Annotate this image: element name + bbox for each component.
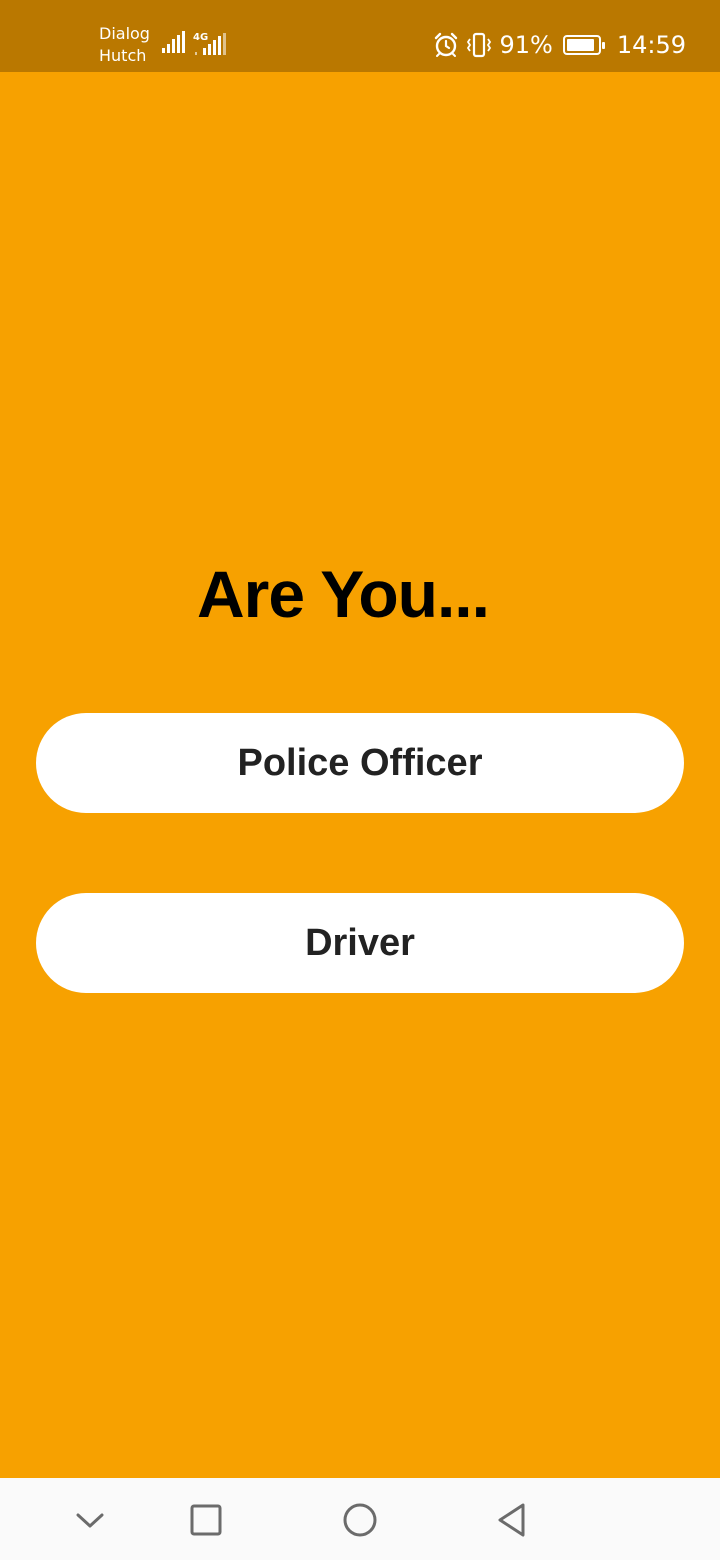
- battery-fill: [566, 39, 594, 51]
- carrier-name-secondary: Hutch: [99, 46, 147, 65]
- page-title: Are You...: [197, 557, 490, 631]
- hide-nav-icon: [76, 1513, 104, 1528]
- clock: 14:59: [616, 31, 686, 59]
- carrier-name-primary: Dialog: [99, 24, 150, 43]
- battery-tip: [601, 42, 605, 49]
- signal-4g-icon: 4G: [193, 32, 226, 55]
- carrier-info: Dialog Hutch: [99, 23, 150, 67]
- status-indicators: 91% 14:59: [433, 30, 686, 60]
- battery-charging-icon: [562, 35, 605, 55]
- home-icon: [343, 1503, 377, 1537]
- recent-apps-button[interactable]: [182, 1496, 230, 1544]
- police-officer-button-label: Police Officer: [237, 741, 483, 784]
- driver-button-label: Driver: [305, 921, 415, 964]
- back-icon: [498, 1503, 525, 1537]
- status-bar: Dialog Hutch 4G 91% 14:59: [0, 0, 720, 72]
- home-button[interactable]: [336, 1496, 384, 1544]
- signal-icon: [162, 31, 185, 53]
- navigation-bar: [0, 1478, 720, 1560]
- police-officer-button[interactable]: Police Officer: [36, 713, 684, 813]
- alarm-icon: [435, 32, 458, 57]
- vibrate-icon: [467, 32, 492, 58]
- driver-button[interactable]: Driver: [36, 893, 684, 993]
- back-button[interactable]: [488, 1496, 536, 1544]
- hide-nav-button[interactable]: [66, 1496, 114, 1544]
- svg-text:4G: 4G: [193, 32, 208, 43]
- battery-percent: 91%: [499, 31, 553, 59]
- recent-apps-icon: [190, 1504, 222, 1536]
